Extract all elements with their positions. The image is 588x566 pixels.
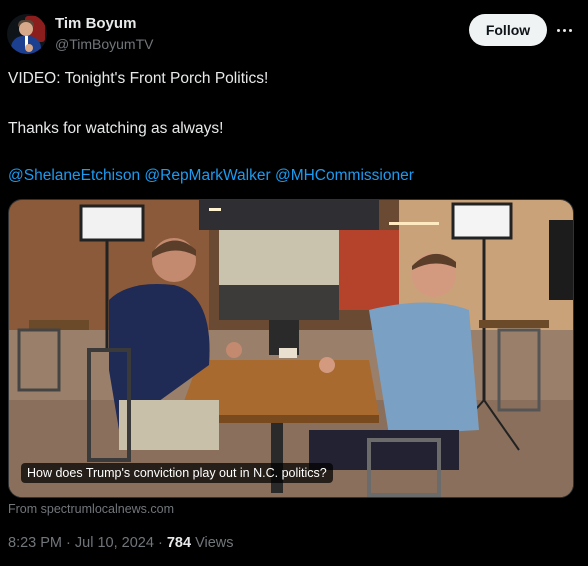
video-caption: How does Trump's conviction play out in … xyxy=(21,463,333,483)
tweet-time[interactable]: 8:23 PM xyxy=(8,535,62,551)
mention-link[interactable]: @RepMarkWalker xyxy=(144,167,270,184)
tweet-text-line-2: Thanks for watching as always! xyxy=(8,120,224,137)
mentions-line: @ShelaneEtchison @RepMarkWalker @MHCommi… xyxy=(8,167,414,185)
views-count: 784 xyxy=(166,535,192,551)
mention-link[interactable]: @ShelaneEtchison xyxy=(8,167,140,184)
media-source[interactable]: From spectrumlocalnews.com xyxy=(8,502,174,516)
author-handle[interactable]: @TimBoyumTV xyxy=(55,36,153,52)
avatar[interactable] xyxy=(7,14,47,54)
meta-separator: · xyxy=(66,535,71,551)
author-display-name[interactable]: Tim Boyum xyxy=(55,15,136,32)
tweet-text-line-1: VIDEO: Tonight's Front Porch Politics! xyxy=(8,70,269,87)
tweet-meta: 8:23 PM · Jul 10, 2024 · 784 Views xyxy=(8,535,233,551)
tweet: Tim Boyum @TimBoyumTV Follow VIDEO: Toni… xyxy=(0,0,588,566)
video-thumbnail[interactable]: How does Trump's conviction play out in … xyxy=(8,199,574,498)
mention-link[interactable]: @MHCommissioner xyxy=(275,167,414,184)
views-label: Views xyxy=(195,535,234,551)
meta-separator: · xyxy=(157,535,163,551)
tweet-date[interactable]: Jul 10, 2024 xyxy=(75,535,154,551)
video-frame-illustration xyxy=(9,200,573,497)
follow-button[interactable]: Follow xyxy=(469,14,547,46)
more-horizontal-icon[interactable] xyxy=(552,18,576,42)
